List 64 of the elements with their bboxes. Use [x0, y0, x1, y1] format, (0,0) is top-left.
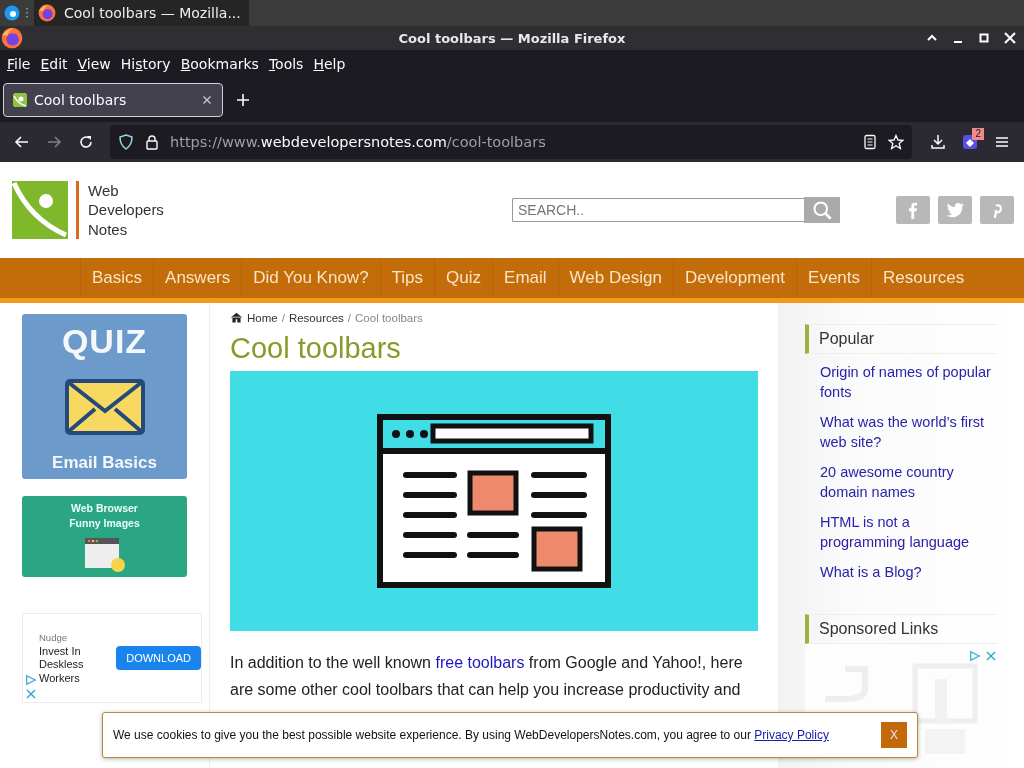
section-heading: Popular: [805, 324, 997, 354]
extension-button[interactable]: 2: [956, 128, 984, 156]
tab-title: Cool toolbars: [34, 92, 128, 108]
quiz-caption: Email Basics: [52, 453, 157, 473]
popular-link[interactable]: Origin of names of popular fonts: [820, 362, 997, 402]
ad-banner[interactable]: Nudge Invest In Deskless Workers DOWNLOAD: [22, 613, 202, 703]
notification-badge: 2: [972, 128, 984, 140]
search-icon: [812, 199, 832, 220]
ad-choices-icon[interactable]: [969, 650, 981, 662]
menu-item[interactable]: View: [72, 54, 116, 74]
breadcrumb-link[interactable]: Home: [247, 311, 278, 324]
quiz-heading: QUIZ: [61, 322, 148, 361]
new-tab-icon[interactable]: [235, 92, 251, 108]
download-button[interactable]: DOWNLOAD: [116, 646, 201, 670]
back-arrow-icon: [14, 134, 30, 150]
ad-headline: Invest In Deskless Workers: [39, 644, 85, 685]
browser-window-icon: [83, 537, 126, 573]
breadcrumb-link[interactable]: Resources: [288, 311, 344, 324]
home-icon[interactable]: [230, 311, 243, 324]
reload-icon: [78, 134, 94, 150]
menu-item[interactable]: Help: [308, 54, 351, 74]
article-link[interactable]: free toolbars: [435, 654, 525, 671]
close-icon[interactable]: [1002, 30, 1018, 46]
forward-arrow-icon: [46, 134, 62, 150]
banner-text: Web Browser: [71, 501, 138, 516]
privacy-policy-link[interactable]: Privacy Policy: [754, 728, 829, 742]
breadcrumb-separator: /: [281, 311, 285, 324]
app-launcher-icon[interactable]: [4, 5, 20, 21]
taskbar-task[interactable]: Cool toolbars — Mozilla...: [34, 0, 249, 26]
ad-brand: Nudge: [39, 631, 68, 645]
popular-link[interactable]: What is a Blog?: [820, 562, 997, 582]
menu-icon: [994, 134, 1010, 150]
popular-link[interactable]: 20 awesome country domain names: [820, 462, 997, 502]
star-icon[interactable]: [888, 134, 904, 150]
address-bar[interactable]: https://www.webdevelopersnotes.com/cool-toolbars: [110, 125, 912, 159]
bird-icon: [945, 200, 965, 220]
browser-tab[interactable]: Cool toolbars: [3, 83, 223, 117]
envelope-icon: [64, 379, 145, 435]
download-icon: [930, 134, 946, 150]
popular-link[interactable]: HTML is not a programming language: [820, 512, 997, 552]
cookie-message: We use cookies to give you the best possible website experience. By using WebDevelopersNotes.com, you agree to our Privacy Policy: [113, 728, 830, 742]
menu-item[interactable]: History: [115, 54, 176, 74]
shield-icon[interactable]: [118, 134, 134, 150]
site-name[interactable]: Web Developers Notes: [76, 180, 164, 240]
task-title: Cool toolbars — Mozilla...: [64, 5, 241, 21]
breadcrumb-separator: /: [347, 311, 352, 324]
grip-icon: [24, 5, 30, 21]
search-field[interactable]: SEARCH..: [512, 197, 804, 222]
firefox-icon: [1, 27, 23, 49]
ad-choices-icon[interactable]: [25, 674, 37, 686]
firefox-icon: [38, 4, 56, 22]
site-logo-icon: [12, 92, 28, 108]
menu-item[interactable]: Edit: [35, 54, 73, 74]
lock-icon[interactable]: [144, 134, 160, 150]
breadcrumb-current: Cool toolbars: [355, 311, 423, 324]
banner-text: Funny Images: [69, 516, 140, 531]
menu-item[interactable]: File: [2, 54, 36, 74]
window-title: Cool toolbars — Mozilla Firefox: [398, 30, 626, 46]
reader-view-icon[interactable]: [862, 134, 878, 150]
article-paragraph: In addition to the well known free toolbars from Google and Yahoo!, here are some other cool toolbars that can help you increase productivity and: [230, 653, 744, 700]
article-title: Cool toolbars: [230, 332, 402, 365]
menu-item[interactable]: Bookmarks: [175, 54, 264, 74]
menu-item[interactable]: Tools: [263, 54, 309, 74]
popular-link[interactable]: What was the world’s first web site?: [820, 412, 997, 452]
